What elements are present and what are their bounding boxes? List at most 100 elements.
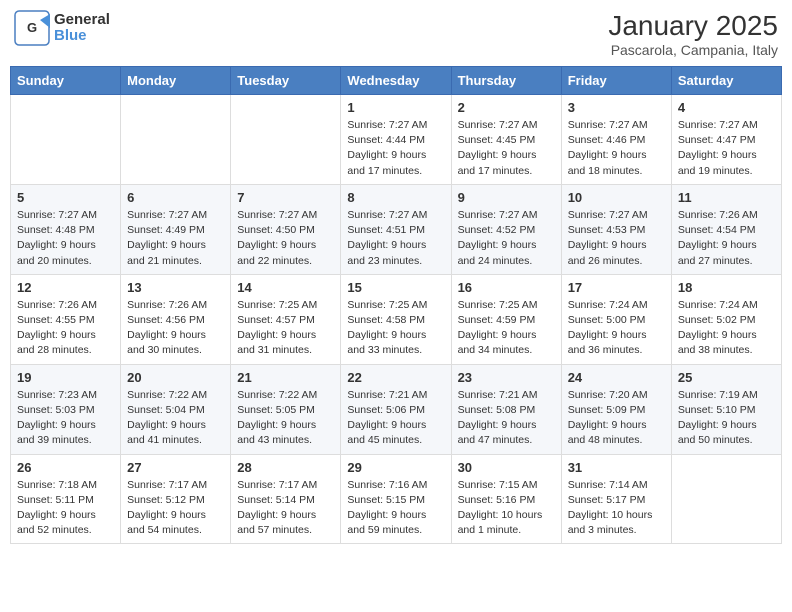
calendar-week-3: 12 Sunrise: 7:26 AM Sunset: 4:55 PM Dayli… [11,274,782,364]
day-info: Sunrise: 7:27 AM Sunset: 4:51 PM Dayligh… [347,208,444,269]
day-number: 19 [17,370,114,385]
calendar-cell: 27 Sunrise: 7:17 AM Sunset: 5:12 PM Dayli… [121,454,231,544]
day-info: Sunrise: 7:27 AM Sunset: 4:48 PM Dayligh… [17,208,114,269]
day-number: 3 [568,100,665,115]
calendar-week-5: 26Sunrise: 7:18 AM Sunset: 5:11 PM Dayli… [11,454,782,544]
calendar-cell: 16 Sunrise: 7:25 AM Sunset: 4:59 PM Dayli… [451,274,561,364]
calendar-cell: 29 Sunrise: 7:16 AM Sunset: 5:15 PM Dayli… [341,454,451,544]
day-info: Sunrise: 7:22 AM Sunset: 5:05 PM Dayligh… [237,388,334,449]
day-number: 2 [458,100,555,115]
day-number: 31 [568,460,665,475]
calendar-cell: 9 Sunrise: 7:27 AM Sunset: 4:52 PM Daylig… [451,184,561,274]
day-info: Sunrise: 7:27 AM Sunset: 4:45 PM Dayligh… [458,118,555,179]
calendar-cell: 30 Sunrise: 7:15 AM Sunset: 5:16 PM Dayli… [451,454,561,544]
day-number: 22 [347,370,444,385]
day-info: Sunrise: 7:25 AM Sunset: 4:59 PM Dayligh… [458,298,555,359]
day-info: Sunrise: 7:19 AM Sunset: 5:10 PM Dayligh… [678,388,775,449]
calendar-cell: 17Sunrise: 7:24 AM Sunset: 5:00 PM Dayli… [561,274,671,364]
day-number: 12 [17,280,114,295]
day-number: 18 [678,280,775,295]
calendar-cell: 4Sunrise: 7:27 AM Sunset: 4:47 PM Daylig… [671,95,781,185]
day-info: Sunrise: 7:25 AM Sunset: 4:57 PM Dayligh… [237,298,334,359]
day-info: Sunrise: 7:15 AM Sunset: 5:16 PM Dayligh… [458,478,555,539]
location-title: Pascarola, Campania, Italy [608,42,778,58]
day-number: 25 [678,370,775,385]
calendar-cell [11,95,121,185]
calendar-week-4: 19 Sunrise: 7:23 AM Sunset: 5:03 PM Dayli… [11,364,782,454]
day-number: 27 [127,460,224,475]
calendar-cell: 2 Sunrise: 7:27 AM Sunset: 4:45 PM Daylig… [451,95,561,185]
day-number: 1 [347,100,444,115]
day-number: 29 [347,460,444,475]
day-number: 4 [678,100,775,115]
day-number: 7 [237,190,334,205]
calendar-cell: 7 Sunrise: 7:27 AM Sunset: 4:50 PM Daylig… [231,184,341,274]
day-info: Sunrise: 7:26 AM Sunset: 4:55 PM Dayligh… [17,298,114,359]
weekday-header-row: SundayMondayTuesdayWednesdayThursdayFrid… [11,67,782,95]
day-number: 30 [458,460,555,475]
day-info: Sunrise: 7:24 AM Sunset: 5:02 PM Dayligh… [678,298,775,359]
calendar-cell: 26Sunrise: 7:18 AM Sunset: 5:11 PM Dayli… [11,454,121,544]
calendar-cell: 10 Sunrise: 7:27 AM Sunset: 4:53 PM Dayli… [561,184,671,274]
day-number: 13 [127,280,224,295]
weekday-header-friday: Friday [561,67,671,95]
title-block: January 2025 Pascarola, Campania, Italy [608,10,778,58]
day-number: 15 [347,280,444,295]
calendar-week-2: 5 Sunrise: 7:27 AM Sunset: 4:48 PM Daylig… [11,184,782,274]
day-number: 8 [347,190,444,205]
day-info: Sunrise: 7:23 AM Sunset: 5:03 PM Dayligh… [17,388,114,449]
calendar-cell: 20 Sunrise: 7:22 AM Sunset: 5:04 PM Dayli… [121,364,231,454]
calendar-cell [121,95,231,185]
day-info: Sunrise: 7:27 AM Sunset: 4:52 PM Dayligh… [458,208,555,269]
day-number: 10 [568,190,665,205]
day-info: Sunrise: 7:17 AM Sunset: 5:12 PM Dayligh… [127,478,224,539]
calendar-cell: 22 Sunrise: 7:21 AM Sunset: 5:06 PM Dayli… [341,364,451,454]
calendar-cell: 5 Sunrise: 7:27 AM Sunset: 4:48 PM Daylig… [11,184,121,274]
day-info: Sunrise: 7:27 AM Sunset: 4:46 PM Dayligh… [568,118,665,179]
day-info: Sunrise: 7:26 AM Sunset: 4:56 PM Dayligh… [127,298,224,359]
logo-general: General [54,12,110,29]
day-info: Sunrise: 7:24 AM Sunset: 5:00 PM Dayligh… [568,298,665,359]
calendar-cell: 12 Sunrise: 7:26 AM Sunset: 4:55 PM Dayli… [11,274,121,364]
weekday-header-saturday: Saturday [671,67,781,95]
day-info: Sunrise: 7:21 AM Sunset: 5:06 PM Dayligh… [347,388,444,449]
day-number: 23 [458,370,555,385]
calendar-cell: 28Sunrise: 7:17 AM Sunset: 5:14 PM Dayli… [231,454,341,544]
weekday-header-tuesday: Tuesday [231,67,341,95]
day-info: Sunrise: 7:20 AM Sunset: 5:09 PM Dayligh… [568,388,665,449]
calendar-cell: 1 Sunrise: 7:27 AM Sunset: 4:44 PM Daylig… [341,95,451,185]
calendar-cell: 21Sunrise: 7:22 AM Sunset: 5:05 PM Dayli… [231,364,341,454]
logo-icon: G [14,10,50,46]
calendar-cell: 8 Sunrise: 7:27 AM Sunset: 4:51 PM Daylig… [341,184,451,274]
calendar-cell: 14 Sunrise: 7:25 AM Sunset: 4:57 PM Dayli… [231,274,341,364]
calendar-cell: 15 Sunrise: 7:25 AM Sunset: 4:58 PM Dayli… [341,274,451,364]
calendar-cell: 6 Sunrise: 7:27 AM Sunset: 4:49 PM Daylig… [121,184,231,274]
day-info: Sunrise: 7:27 AM Sunset: 4:49 PM Dayligh… [127,208,224,269]
day-info: Sunrise: 7:27 AM Sunset: 4:44 PM Dayligh… [347,118,444,179]
day-number: 6 [127,190,224,205]
calendar-cell [231,95,341,185]
day-number: 5 [17,190,114,205]
weekday-header-monday: Monday [121,67,231,95]
day-number: 14 [237,280,334,295]
weekday-header-sunday: Sunday [11,67,121,95]
day-number: 24 [568,370,665,385]
svg-text:G: G [27,20,37,35]
day-number: 9 [458,190,555,205]
logo: G General Blue [14,10,110,46]
day-info: Sunrise: 7:27 AM Sunset: 4:53 PM Dayligh… [568,208,665,269]
day-info: Sunrise: 7:21 AM Sunset: 5:08 PM Dayligh… [458,388,555,449]
day-number: 28 [237,460,334,475]
day-number: 11 [678,190,775,205]
day-info: Sunrise: 7:16 AM Sunset: 5:15 PM Dayligh… [347,478,444,539]
calendar-cell: 24 Sunrise: 7:20 AM Sunset: 5:09 PM Dayli… [561,364,671,454]
calendar-cell: 31Sunrise: 7:14 AM Sunset: 5:17 PM Dayli… [561,454,671,544]
day-info: Sunrise: 7:22 AM Sunset: 5:04 PM Dayligh… [127,388,224,449]
day-info: Sunrise: 7:27 AM Sunset: 4:50 PM Dayligh… [237,208,334,269]
calendar-cell: 13 Sunrise: 7:26 AM Sunset: 4:56 PM Dayli… [121,274,231,364]
day-number: 26 [17,460,114,475]
day-info: Sunrise: 7:25 AM Sunset: 4:58 PM Dayligh… [347,298,444,359]
day-number: 20 [127,370,224,385]
calendar-cell: 18 Sunrise: 7:24 AM Sunset: 5:02 PM Dayli… [671,274,781,364]
day-number: 16 [458,280,555,295]
